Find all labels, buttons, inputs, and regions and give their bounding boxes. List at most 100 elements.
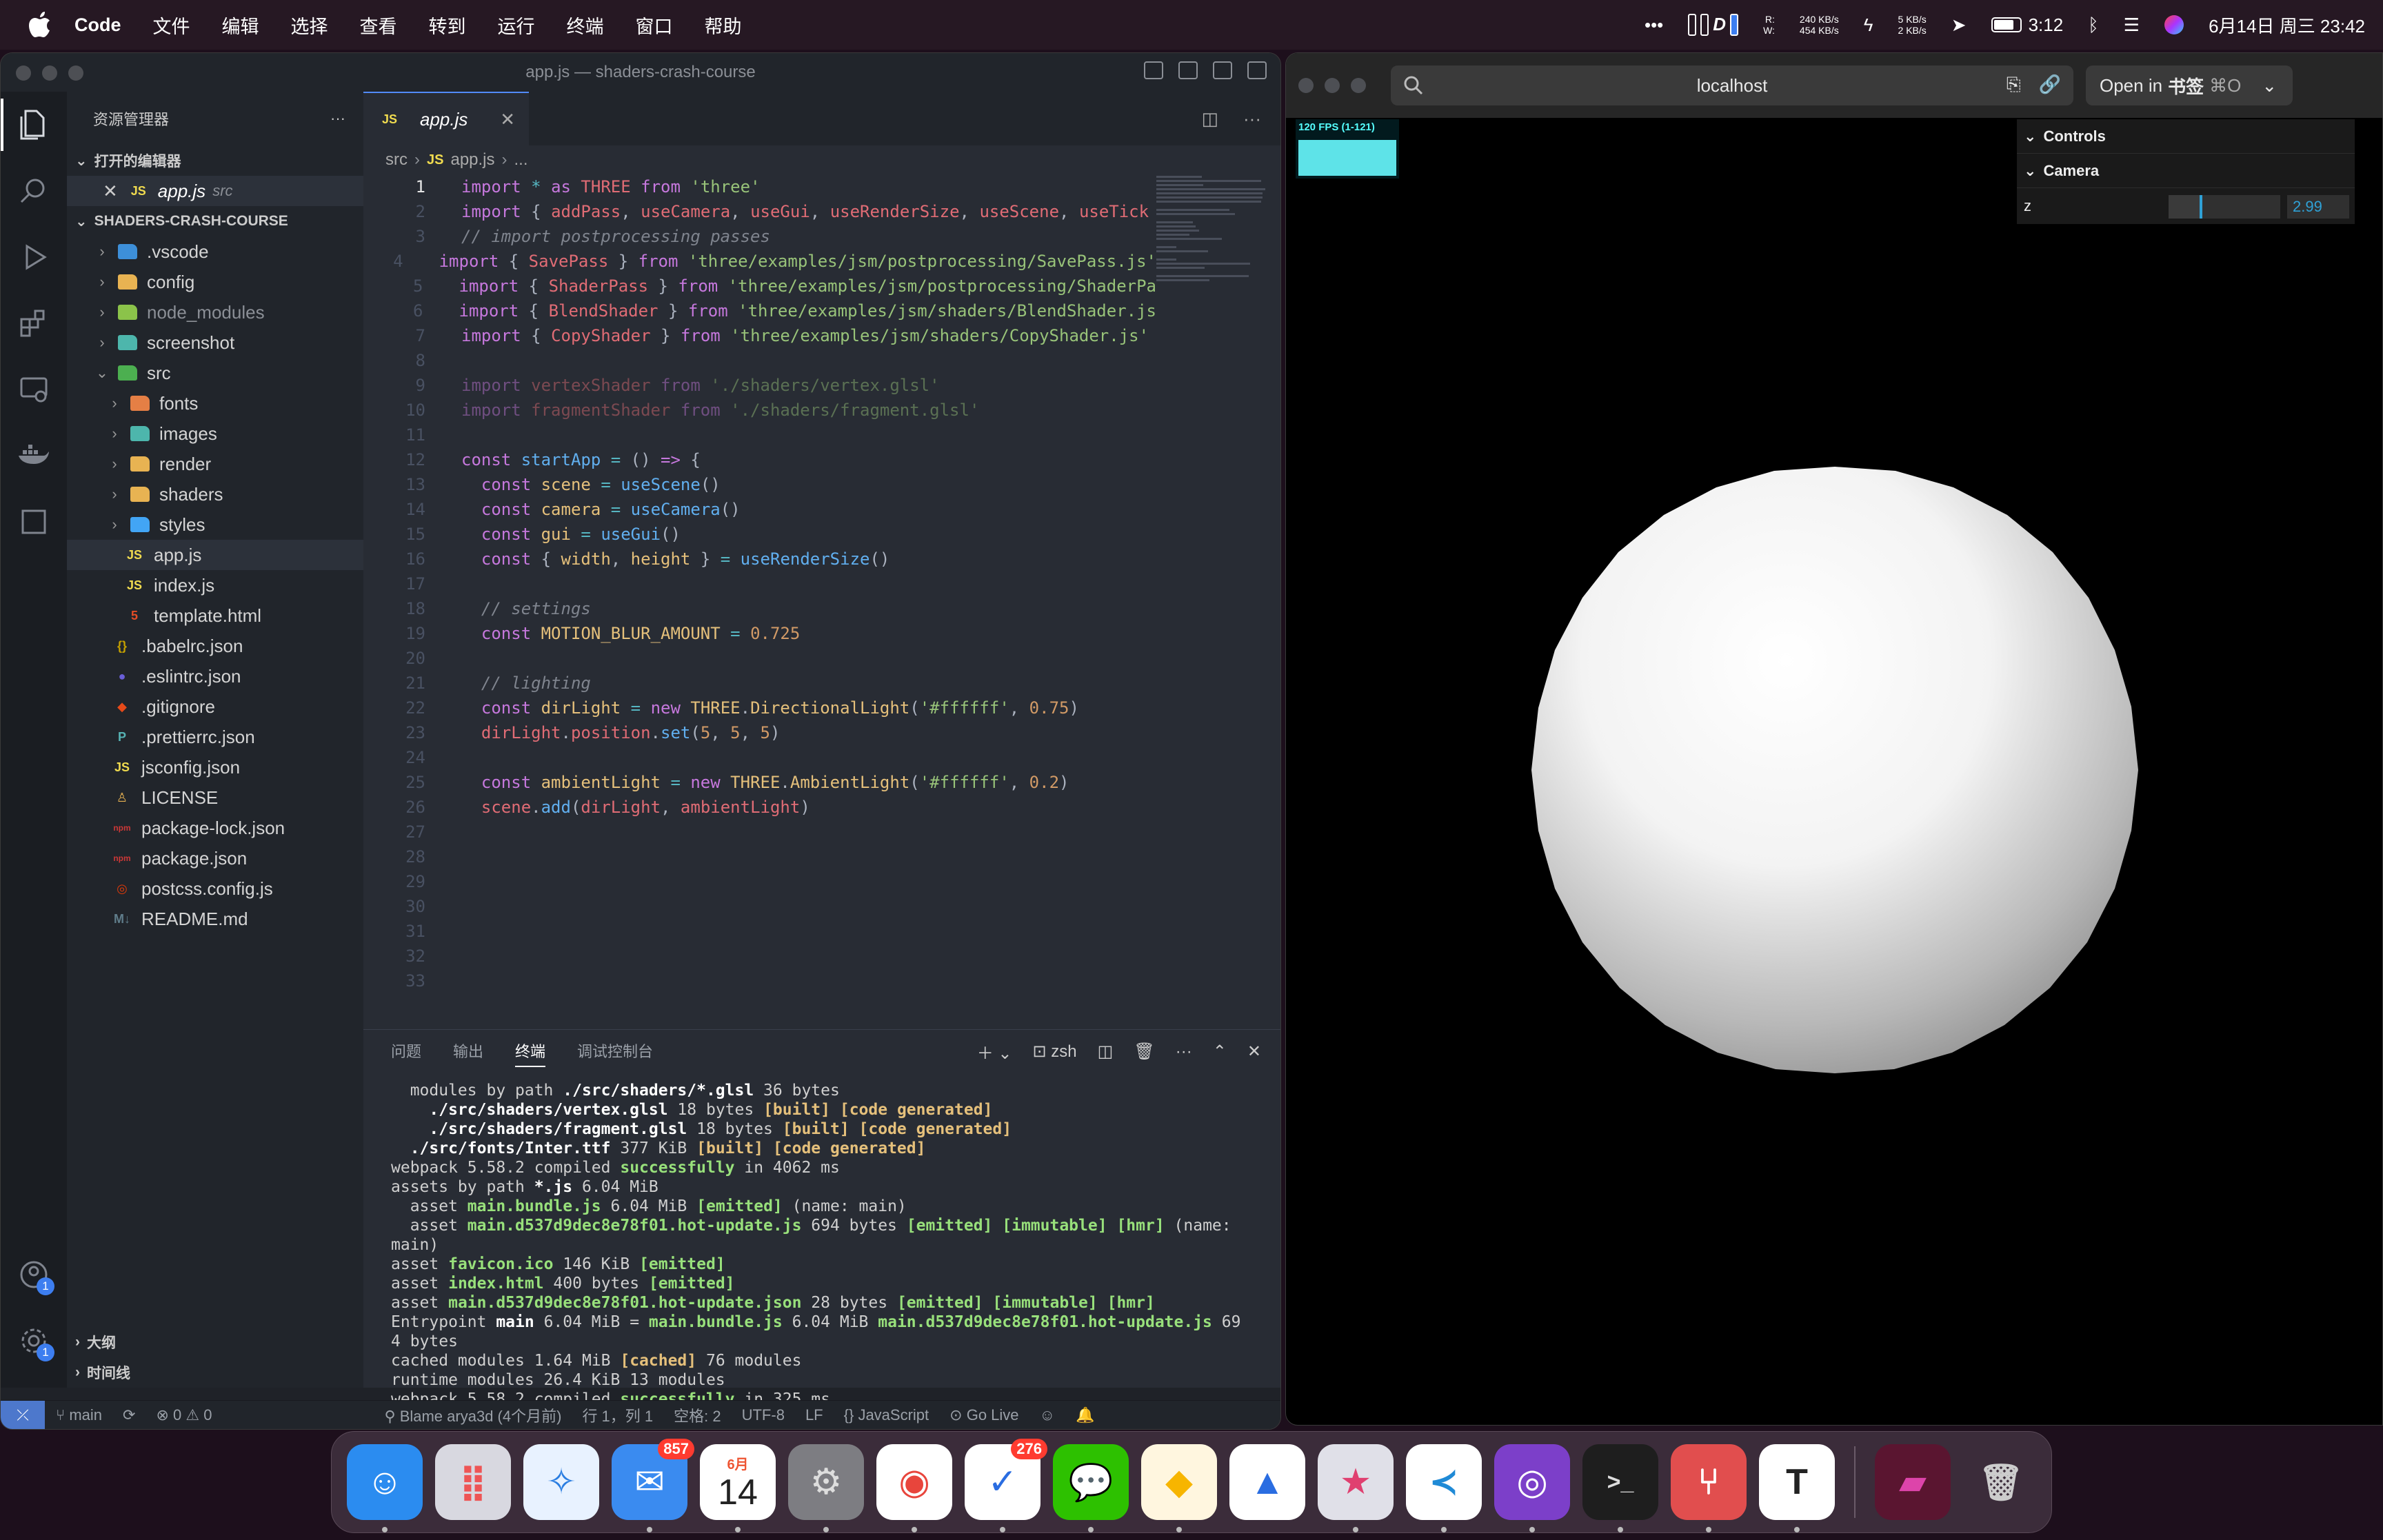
breadcrumb-src[interactable]: src [385, 150, 408, 170]
cpu-monitor-icon[interactable]: D [1688, 14, 1739, 36]
menu-terminal[interactable]: 终端 [567, 12, 604, 39]
close-window-button[interactable] [16, 65, 31, 81]
battery-icon[interactable]: 3:12 [1991, 14, 2063, 36]
fps-stats-panel[interactable]: 120 FPS (1-121) [1296, 119, 1399, 179]
dock-app-git-client[interactable]: ⑂ [1671, 1444, 1747, 1532]
zoom-window-button[interactable] [1351, 78, 1366, 93]
apple-icon[interactable] [25, 10, 55, 40]
tree-item[interactable]: M↓ README.md [67, 904, 363, 934]
dock-app-typora[interactable]: T [1759, 1444, 1835, 1532]
menu-window[interactable]: 窗口 [636, 12, 673, 39]
dock-app-finder[interactable]: ☺ [347, 1444, 423, 1532]
close-icon[interactable]: ✕ [103, 181, 118, 202]
indentation[interactable]: 空格: 2 [674, 1404, 721, 1426]
gui-camera-folder[interactable]: ⌄ Camera [2017, 154, 2355, 188]
tree-item[interactable]: › node_modules [67, 297, 363, 327]
new-terminal-icon[interactable]: ＋ ⌄ [977, 1040, 1012, 1064]
bell-icon[interactable]: 🔔 [1076, 1406, 1094, 1424]
dock-app-chrome[interactable]: ◉ [876, 1444, 952, 1532]
dock-app-sketch[interactable]: ◆ [1141, 1444, 1217, 1532]
dock-app-calendar[interactable]: 6月 14 [700, 1444, 776, 1532]
extensions-icon[interactable] [1, 290, 67, 356]
toggle-panel-icon[interactable] [1178, 61, 1198, 79]
clock[interactable]: 6月14日 周三 23:42 [2209, 12, 2365, 38]
link-icon[interactable]: 🔗 [2039, 74, 2061, 96]
dock-app-affine[interactable]: ▲ [1229, 1444, 1305, 1520]
close-tab-icon[interactable]: ✕ [500, 109, 515, 130]
run-debug-icon[interactable] [1, 224, 67, 290]
accounts-icon[interactable]: 1 [1, 1242, 67, 1308]
more-actions-icon[interactable]: ··· [1243, 108, 1261, 130]
open-in-button[interactable]: Open in 书签 ⌘O ⌄ [2086, 65, 2293, 105]
terminal-output[interactable]: modules by path ./src/shaders/*.glsl 36 … [363, 1071, 1280, 1428]
remote-explorer-icon[interactable] [1, 356, 67, 423]
minimap[interactable] [1156, 176, 1267, 286]
siri-icon[interactable] [2164, 15, 2184, 34]
open-editors-section[interactable]: ⌄ 打开的编辑器 [67, 145, 363, 176]
maximize-panel-icon[interactable]: ⌃ [1213, 1042, 1227, 1062]
minimize-window-button[interactable] [1325, 78, 1340, 93]
open-editor-item[interactable]: ✕ JS app.js src [67, 176, 363, 206]
tree-item[interactable]: ♙ LICENSE [67, 782, 363, 813]
dock-app-spark-mail[interactable]: ✓ 276 [965, 1439, 1047, 1532]
dock-app-launchpad[interactable]: ⣿ [435, 1444, 511, 1520]
gui-z-slider[interactable] [2169, 195, 2280, 219]
tree-item[interactable]: › styles [67, 509, 363, 540]
tab-terminal[interactable]: 终端 [515, 1040, 546, 1067]
tree-item[interactable]: npm package.json [67, 843, 363, 873]
more-actions-icon[interactable]: ··· [1176, 1042, 1192, 1062]
dock-app-vscode[interactable]: ≺ [1406, 1444, 1482, 1532]
tree-item[interactable]: JS app.js [67, 540, 363, 570]
send-icon[interactable]: ➤ [1951, 14, 1967, 36]
go-live-button[interactable]: ⊙ Go Live [949, 1406, 1018, 1424]
tree-item[interactable]: ◆ .gitignore [67, 691, 363, 722]
tree-item[interactable]: › shaders [67, 479, 363, 509]
outline-section[interactable]: › 大纲 [67, 1327, 363, 1357]
dock-app-wechat[interactable]: 💬 [1053, 1444, 1129, 1532]
timeline-section[interactable]: › 时间线 [67, 1357, 363, 1388]
tree-item[interactable]: npm package-lock.json [67, 813, 363, 843]
dock-app-trash[interactable]: 🗑 [1963, 1444, 2039, 1520]
lightning-icon[interactable]: ϟ [1864, 14, 1873, 36]
remote-icon[interactable]: ⤫ [1, 1400, 45, 1429]
more-icon[interactable]: ••• [1645, 14, 1663, 36]
control-center-icon[interactable]: ☰ [2124, 14, 2140, 36]
tree-item[interactable]: › render [67, 449, 363, 479]
language-mode[interactable]: {} JavaScript [844, 1406, 929, 1424]
menu-run[interactable]: 运行 [498, 12, 535, 39]
gear-icon[interactable]: 1 [1, 1308, 67, 1374]
menu-view[interactable]: 查看 [360, 12, 397, 39]
chevron-down-icon[interactable]: ⌄ [2262, 75, 2277, 97]
tree-item[interactable]: ● .eslintrc.json [67, 661, 363, 691]
tree-item[interactable]: JS index.js [67, 570, 363, 600]
menu-file[interactable]: 文件 [153, 12, 190, 39]
tab-problems[interactable]: 问题 [391, 1040, 421, 1062]
address-bar[interactable]: localhost ⎘ 🔗 [1391, 65, 2073, 105]
rendered-sphere[interactable] [1531, 467, 2138, 1073]
more-actions-icon[interactable]: ··· [330, 110, 345, 128]
menu-go[interactable]: 转到 [429, 12, 466, 39]
customize-layout-icon[interactable] [1247, 61, 1267, 79]
problems-status[interactable]: ⊗ 0 ⚠ 0 [156, 1406, 212, 1424]
gui-controls-folder[interactable]: ⌄ Controls [2017, 119, 2355, 154]
tree-item[interactable]: {} .babelrc.json [67, 631, 363, 661]
close-window-button[interactable] [1298, 78, 1314, 93]
trash-icon[interactable]: 🗑 [1134, 1042, 1154, 1062]
encoding[interactable]: UTF-8 [742, 1406, 785, 1424]
tree-item[interactable]: › fonts [67, 388, 363, 418]
tree-item[interactable]: JS jsconfig.json [67, 752, 363, 782]
panel-icon[interactable] [1, 489, 67, 555]
menu-selection[interactable]: 选择 [291, 12, 328, 39]
tree-item[interactable]: › .vscode [67, 236, 363, 267]
explorer-icon[interactable] [1, 92, 67, 158]
breadcrumb-symbol[interactable]: ... [514, 150, 528, 170]
share-icon[interactable]: ⎘ [2007, 74, 2021, 96]
split-terminal-icon[interactable]: ◫ [1098, 1042, 1114, 1062]
dock-app-screenshot-folder[interactable]: ▰ [1875, 1444, 1951, 1520]
tree-item[interactable]: ⌄ src [67, 358, 363, 388]
tree-item[interactable]: › screenshot [67, 327, 363, 358]
close-panel-icon[interactable]: ✕ [1247, 1042, 1261, 1062]
tree-item[interactable]: › images [67, 418, 363, 449]
dock-app-terminal[interactable]: >_ [1582, 1444, 1658, 1532]
code-editor[interactable]: 1 import * as THREE from 'three' 2 import {… [363, 174, 1156, 1071]
